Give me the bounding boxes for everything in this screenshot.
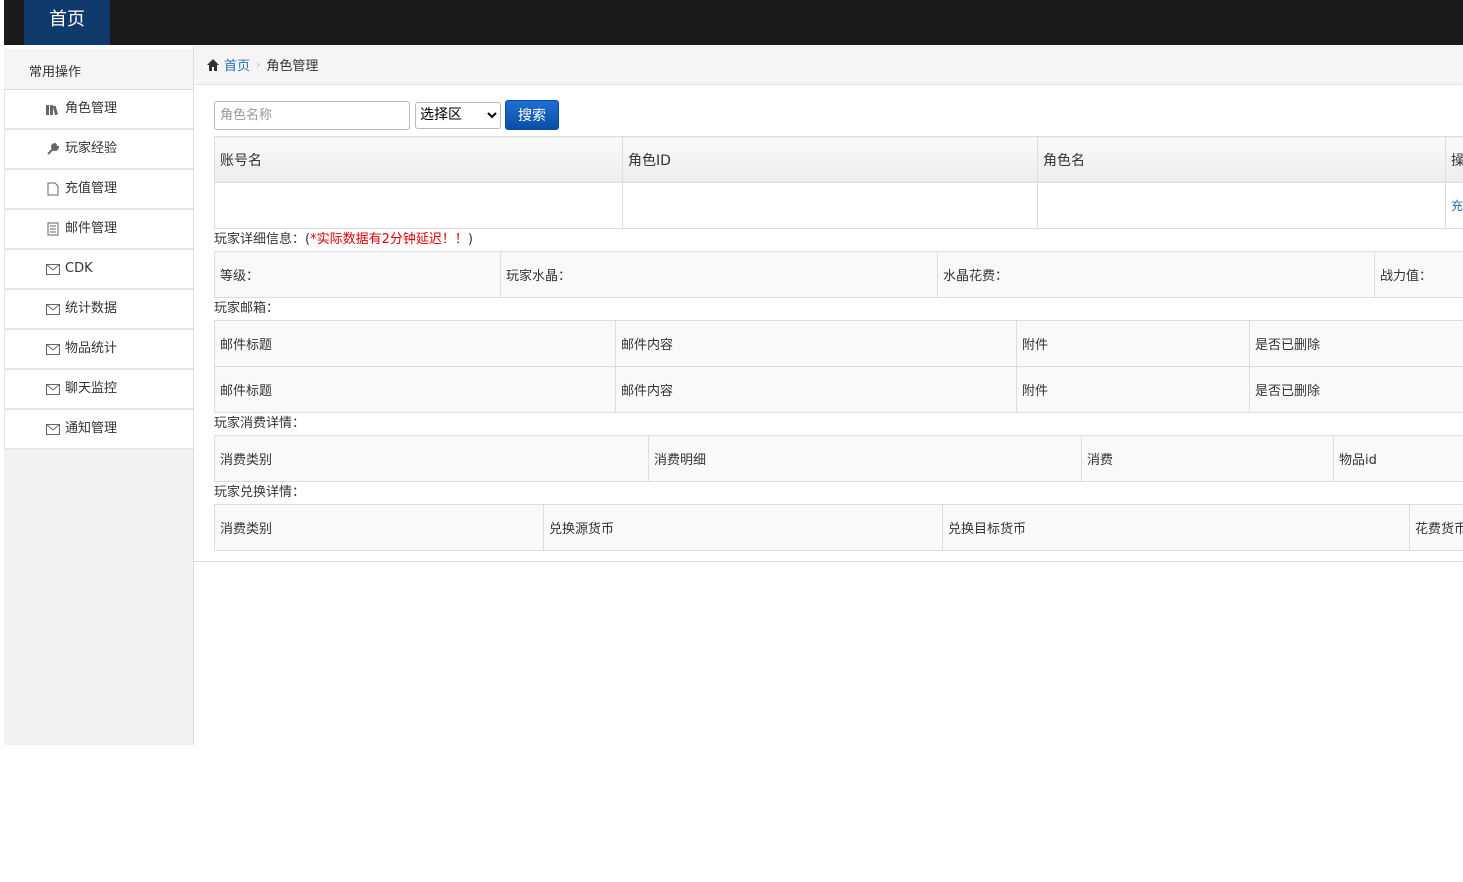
table-cell-action: 充 <box>1445 182 1463 229</box>
table-row: 等级： 玩家水晶： 水晶花费： 战力值： <box>214 251 1463 298</box>
consume-detail-cell: 消费明细 <box>648 435 1082 482</box>
mail-attachment-cell: 附件 <box>1016 320 1250 367</box>
envelope-icon <box>45 261 61 277</box>
chevron-right-icon: › <box>256 58 261 71</box>
level-field: 等级： <box>214 251 501 298</box>
player-exchange-table: 消费类别 兑换源货币 兑换目标货币 花费货币 <box>214 504 1463 551</box>
main-content: 首页 › 角色管理 选择区 搜索 账号名 角色ID 角色名 操 充 <box>194 45 1463 562</box>
sidebar-item-role-management[interactable]: 角色管理 <box>4 90 193 130</box>
sidebar-item-cdk[interactable]: CDK <box>4 250 193 290</box>
sidebar-item-statistics[interactable]: 统计数据 <box>4 290 193 330</box>
table-row: 消费类别 消费明细 消费 物品id <box>214 435 1463 482</box>
mail-content-cell: 邮件内容 <box>615 320 1017 367</box>
detail-section-label: 玩家详细信息：(*实际数据有2分钟延迟！！) <box>214 229 1463 251</box>
table-header-account: 账号名 <box>214 136 623 183</box>
target-currency-cell: 兑换目标货币 <box>942 504 1410 551</box>
sidebar-item-label: 通知管理 <box>65 421 118 436</box>
consume-amount-cell: 消费 <box>1081 435 1334 482</box>
sidebar-item-label: 统计数据 <box>65 301 118 316</box>
sidebar-item-chat-monitor[interactable]: 聊天监控 <box>4 370 193 410</box>
table-header-action: 操 <box>1445 136 1463 183</box>
consume-category-cell: 消费类别 <box>214 435 649 482</box>
player-mail-table: 邮件标题 邮件内容 附件 是否已删除 邮件标题 邮件内容 附件 是否已删除 <box>214 320 1463 413</box>
list-icon <box>45 221 61 237</box>
detail-label-prefix: 玩家详细信息：( <box>214 232 311 247</box>
detail-label-suffix: ) <box>467 232 473 247</box>
sidebar-item-mail[interactable]: 邮件管理 <box>4 210 193 250</box>
exchange-section-label: 玩家兑换详情： <box>214 485 306 500</box>
wrench-icon <box>45 141 61 157</box>
cost-currency-cell: 花费货币 <box>1409 504 1463 551</box>
breadcrumb: 首页 › 角色管理 <box>194 45 1463 85</box>
table-header-row: 账号名 角色ID 角色名 操 <box>214 136 1463 183</box>
mail-title-cell: 邮件标题 <box>214 320 616 367</box>
crystal-field: 玩家水晶： <box>500 251 938 298</box>
sidebar-item-recharge[interactable]: 充值管理 <box>4 170 193 210</box>
sidebar-item-label: 聊天监控 <box>65 381 118 396</box>
table-header-role-id: 角色ID <box>622 136 1038 183</box>
sidebar-item-player-exp[interactable]: 玩家经验 <box>4 130 193 170</box>
envelope-icon <box>45 341 61 357</box>
consume-section-label: 玩家消费详情： <box>214 416 306 431</box>
table-row: 充 <box>214 182 1463 229</box>
table-cell <box>622 182 1038 229</box>
sidebar-item-label: 角色管理 <box>65 101 118 116</box>
envelope-icon <box>45 301 61 317</box>
table-row: 消费类别 兑换源货币 兑换目标货币 花费货币 <box>214 504 1463 551</box>
mail-title-cell: 邮件标题 <box>214 366 616 413</box>
sidebar-item-label: 物品统计 <box>65 341 118 356</box>
mail-attachment-cell: 附件 <box>1016 366 1250 413</box>
item-id-cell: 物品id <box>1333 435 1463 482</box>
source-currency-cell: 兑换源货币 <box>543 504 943 551</box>
top-bar: 首页 <box>4 0 1463 45</box>
table-cell <box>1037 182 1446 229</box>
mail-deleted-cell: 是否已删除 <box>1249 320 1463 367</box>
table-row: 邮件标题 邮件内容 附件 是否已删除 <box>214 366 1463 413</box>
search-row: 选择区 搜索 <box>214 100 1463 130</box>
mail-deleted-cell: 是否已删除 <box>1249 366 1463 413</box>
document-icon <box>45 181 61 197</box>
breadcrumb-current: 角色管理 <box>266 59 319 74</box>
books-icon <box>45 101 61 117</box>
crystal-spent-field: 水晶花费： <box>937 251 1375 298</box>
exchange-category-cell: 消费类别 <box>214 504 544 551</box>
sidebar-item-notice[interactable]: 通知管理 <box>4 410 193 450</box>
sidebar-item-label: 玩家经验 <box>65 141 118 156</box>
delay-warning: *实际数据有2分钟延迟！！ <box>310 232 468 247</box>
mail-section-label: 玩家邮箱： <box>214 301 280 316</box>
player-consume-table: 消费类别 消费明细 消费 物品id <box>214 435 1463 482</box>
envelope-icon <box>45 381 61 397</box>
table-header-role-name: 角色名 <box>1037 136 1446 183</box>
home-icon <box>207 58 219 71</box>
breadcrumb-home-link[interactable]: 首页 <box>224 55 250 74</box>
recharge-link[interactable]: 充 <box>1451 199 1463 213</box>
search-button[interactable]: 搜索 <box>505 100 559 130</box>
role-table: 账号名 角色ID 角色名 操 充 <box>214 136 1463 229</box>
sidebar-item-label: CDK <box>65 261 93 276</box>
sidebar-item-label: 充值管理 <box>65 181 118 196</box>
sidebar: 常用操作 角色管理 玩家经验 充值管理 邮件管理 CDK 统计数据 物品统计 聊… <box>4 45 194 745</box>
power-field: 战力值： <box>1374 251 1463 298</box>
sidebar-group-title[interactable]: 常用操作 <box>4 45 193 90</box>
table-cell <box>214 182 623 229</box>
table-row: 邮件标题 邮件内容 附件 是否已删除 <box>214 320 1463 367</box>
sidebar-item-item-stats[interactable]: 物品统计 <box>4 330 193 370</box>
mail-content-cell: 邮件内容 <box>615 366 1017 413</box>
envelope-icon <box>45 421 61 437</box>
sidebar-item-label: 邮件管理 <box>65 221 118 236</box>
role-name-input[interactable] <box>214 100 410 130</box>
content-area: 选择区 搜索 账号名 角色ID 角色名 操 充 玩家详细信息：(*实际数据有2分… <box>194 85 1463 562</box>
player-detail-table: 等级： 玩家水晶： 水晶花费： 战力值： <box>214 251 1463 298</box>
home-tab[interactable]: 首页 <box>24 0 110 45</box>
zone-select[interactable]: 选择区 <box>415 101 501 129</box>
